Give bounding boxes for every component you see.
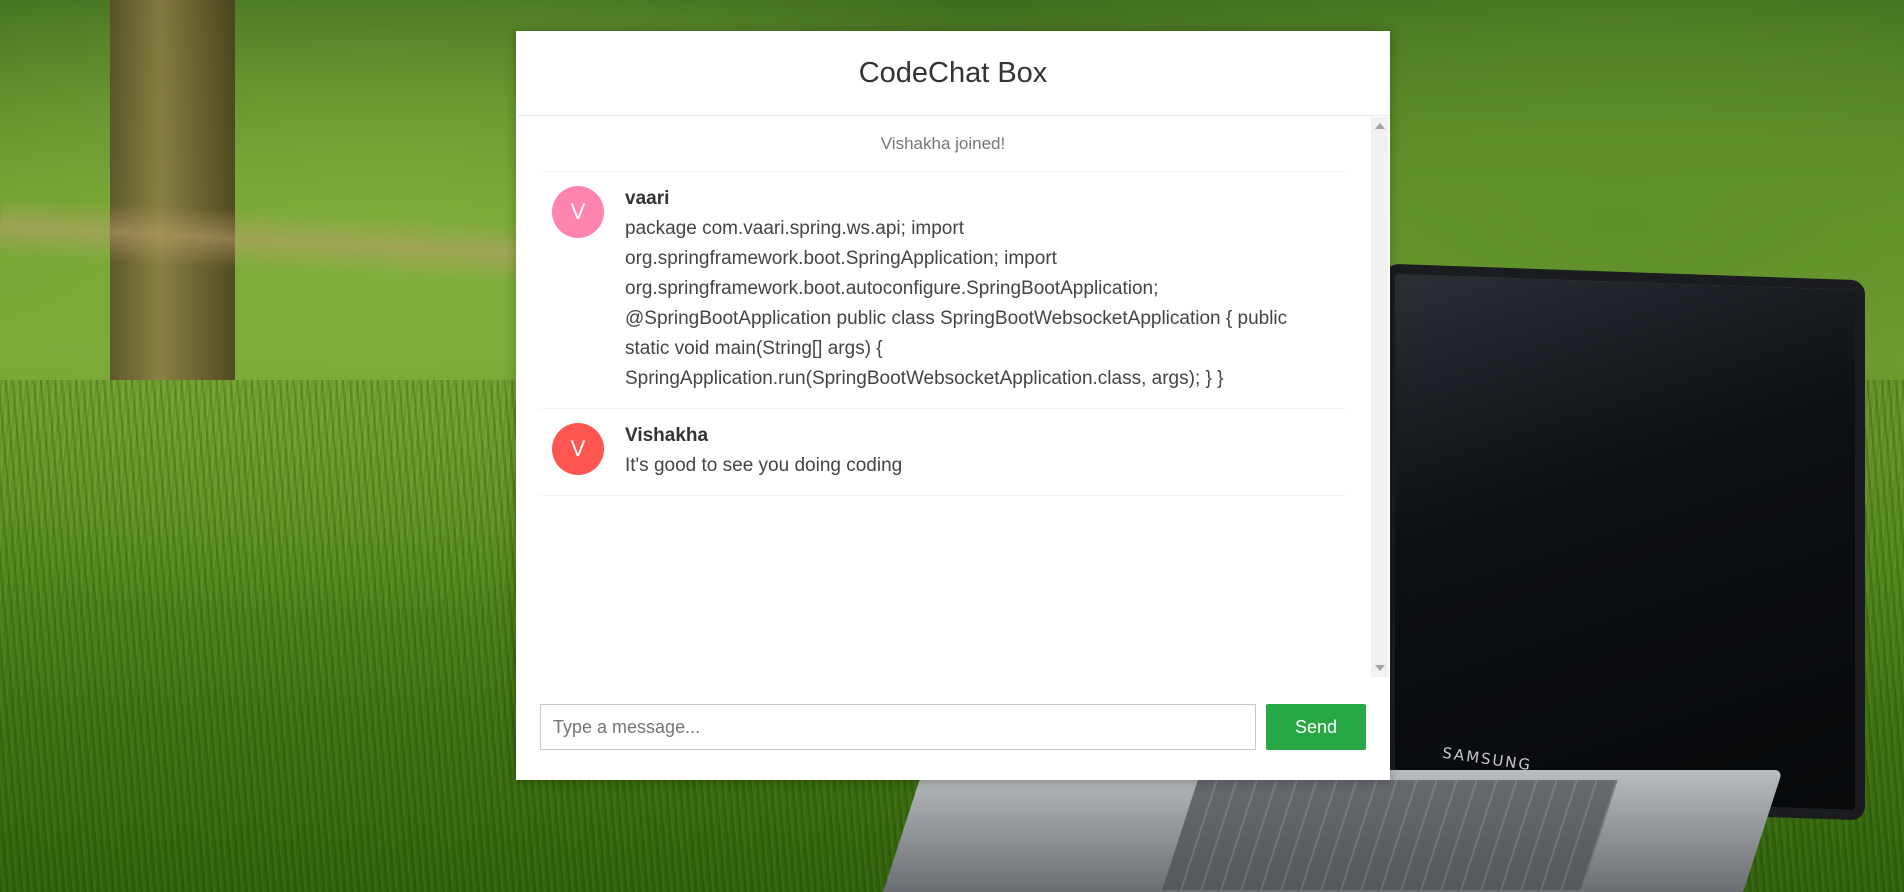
avatar: V [552,423,604,475]
send-button[interactable]: Send [1266,704,1366,750]
chat-header: CodeChat Box [516,31,1390,116]
message-sender: vaari [625,188,670,209]
laptop-screen [1385,263,1865,821]
message-text: package com.vaari.spring.ws.api; import … [625,218,1288,389]
message-form: Send [540,704,1366,752]
avatar: V [552,186,604,238]
message-input[interactable] [540,704,1256,750]
message-scrollbar[interactable] [1371,117,1388,677]
scroll-track[interactable] [1374,135,1385,655]
chat-message: V Vishakha It's good to see you doing co… [540,409,1346,496]
message-sender: Vishakha [625,425,709,446]
chat-title: CodeChat Box [858,56,1048,89]
scroll-up-arrow-icon[interactable] [1375,123,1385,129]
join-event-message: Vishakha joined! [540,117,1346,172]
message-text: It's good to see you doing coding [625,455,903,476]
dirt-path [0,196,522,284]
chat-message: V vaari package com.vaari.spring.ws.api;… [540,172,1346,409]
chat-container: CodeChat Box Vishakha joined! V vaari pa… [516,31,1390,780]
message-area[interactable]: Vishakha joined! V vaari package com.vaa… [540,117,1362,677]
tree-trunk [110,0,235,380]
scroll-down-arrow-icon[interactable] [1375,665,1385,671]
laptop-keyboard [1162,780,1618,890]
